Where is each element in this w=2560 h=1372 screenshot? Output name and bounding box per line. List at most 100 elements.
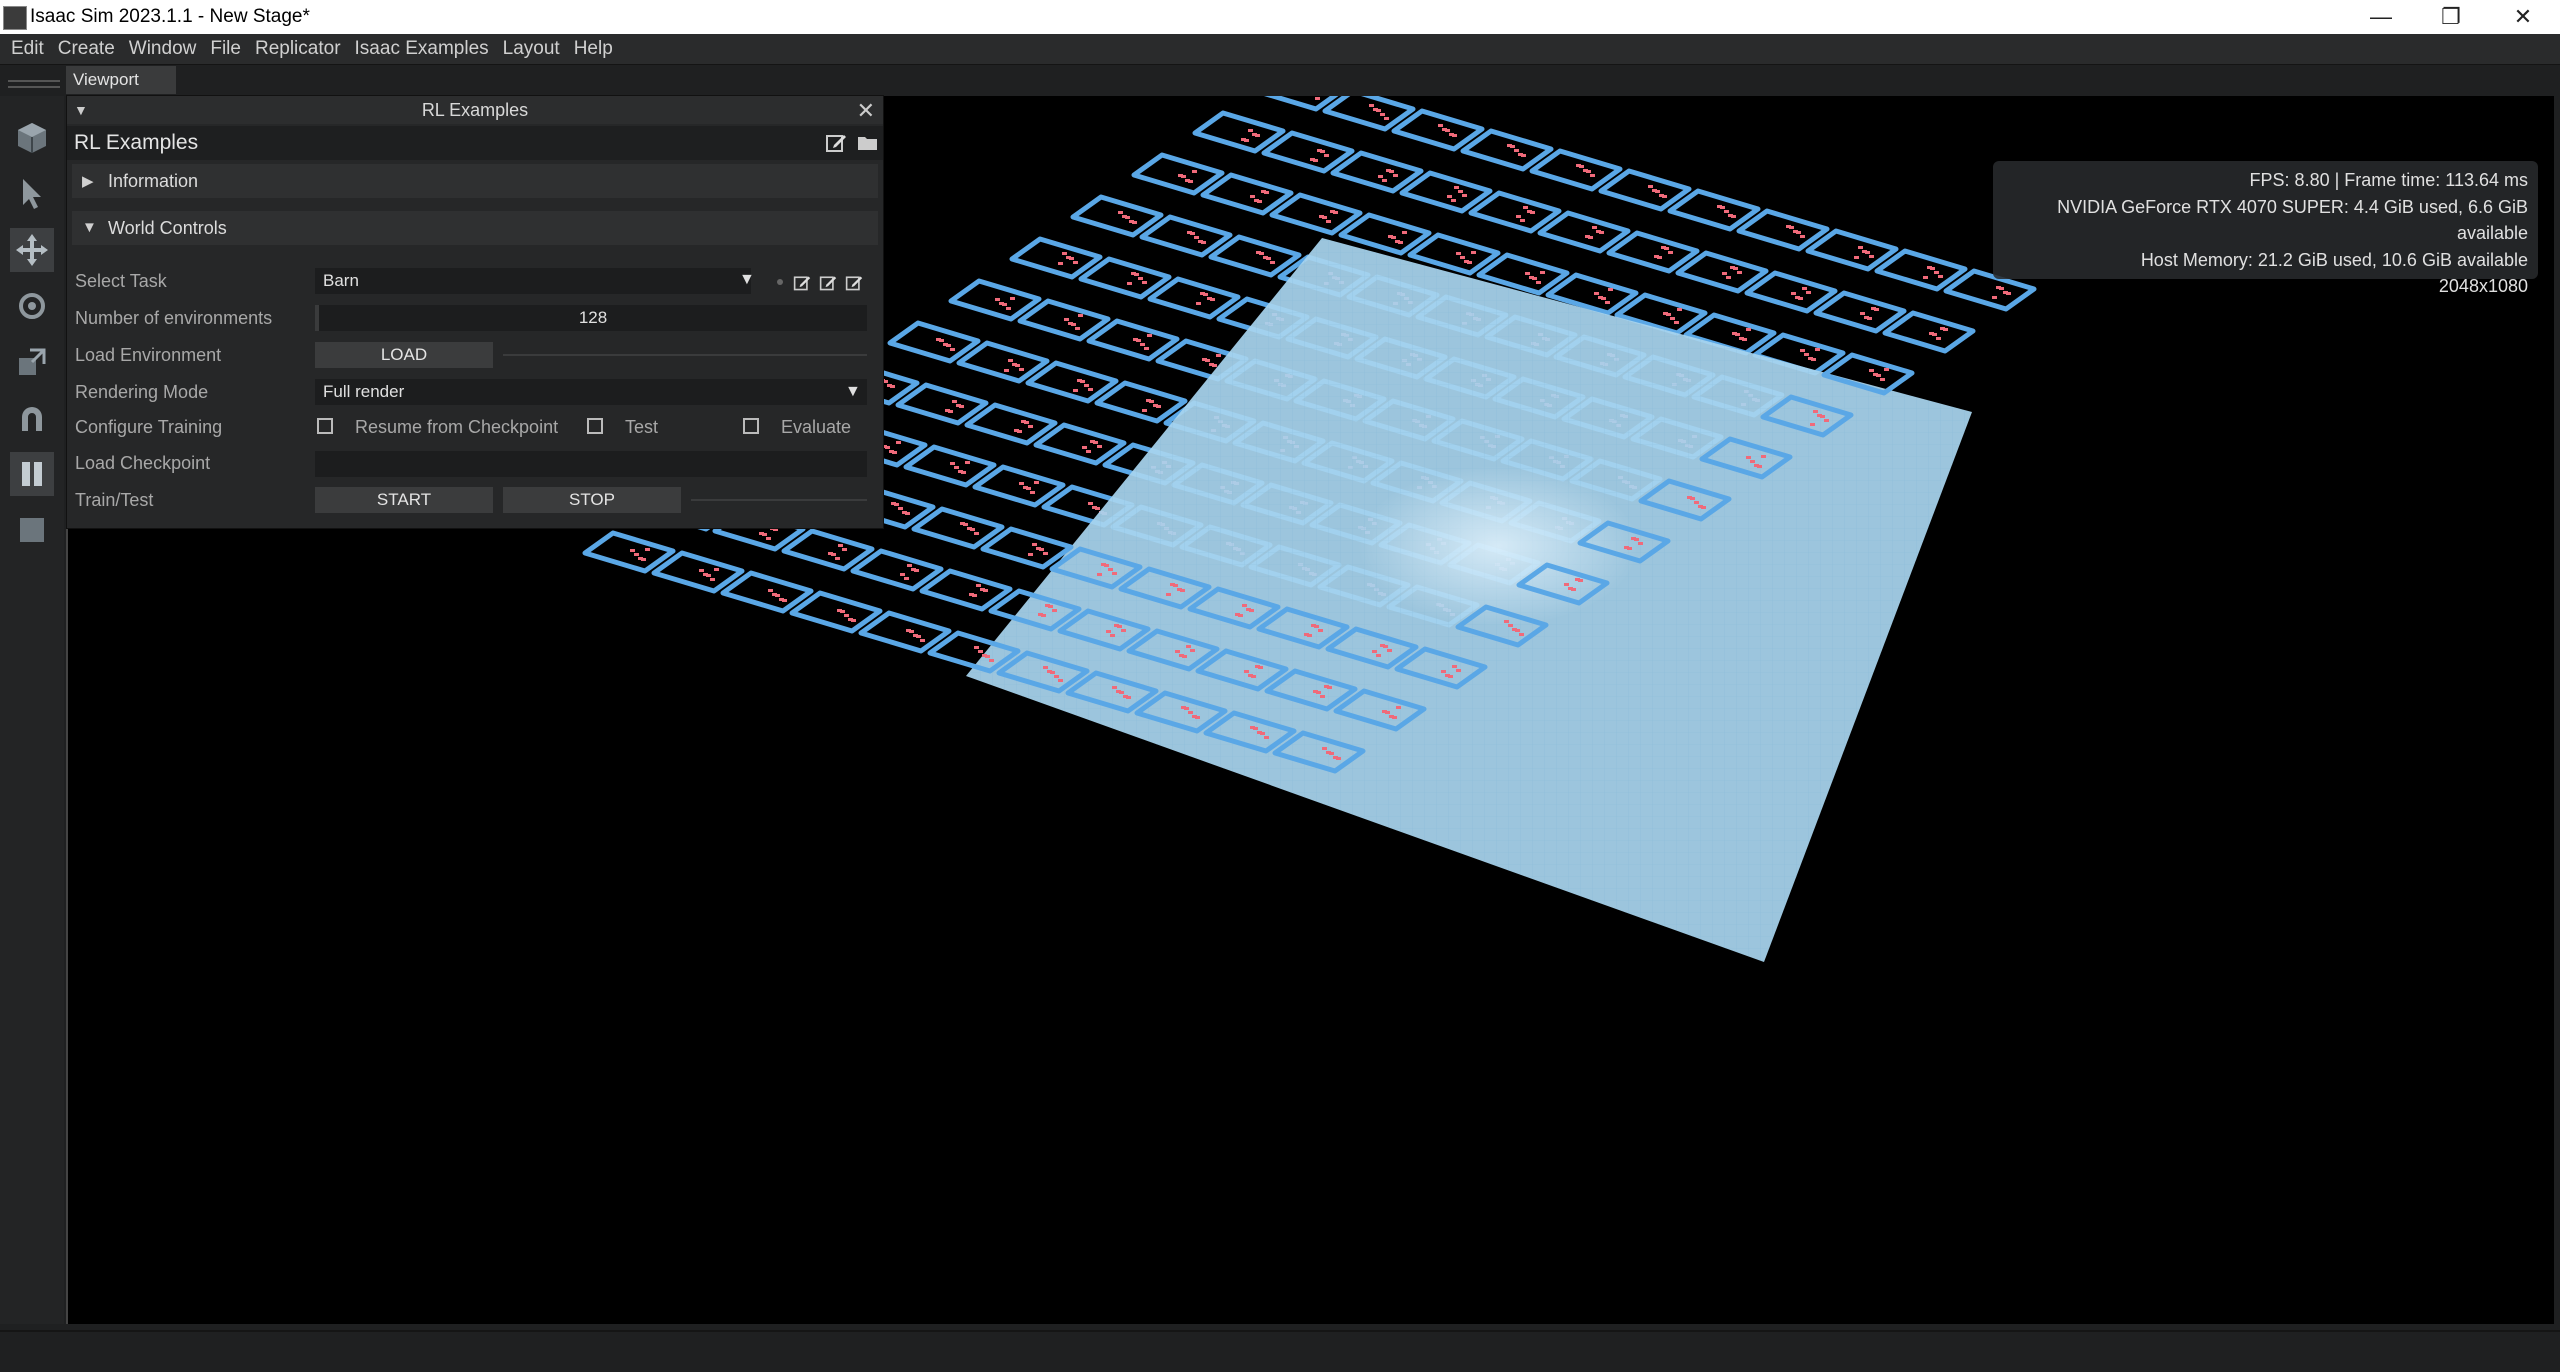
select-task-chevron-icon[interactable]: ▼ (739, 271, 755, 289)
environment-frame (972, 464, 1066, 508)
load-button[interactable]: LOAD (315, 342, 493, 368)
robot-marker (1088, 388, 1093, 391)
stop-button[interactable]: STOP (503, 487, 681, 513)
robot-marker (1652, 189, 1657, 192)
robot-marker (1082, 446, 1087, 449)
pause-icon[interactable] (10, 452, 54, 496)
robot-marker (1598, 296, 1603, 299)
robot-marker (1447, 195, 1452, 198)
start-button[interactable]: START (315, 487, 493, 513)
snap-magnet-icon[interactable] (10, 396, 54, 440)
menu-replicator[interactable]: Replicator (248, 34, 348, 64)
robot-marker (1250, 726, 1255, 729)
robot-marker (1118, 211, 1123, 214)
robot-marker (1192, 715, 1197, 718)
robot-marker (1737, 271, 1742, 274)
stop-icon[interactable] (10, 508, 54, 552)
num-envs-field[interactable]: 128 (315, 305, 867, 331)
evaluate-checkbox[interactable] (743, 418, 759, 434)
robot-marker (1319, 215, 1324, 218)
robot-marker (967, 527, 972, 530)
robot-marker (889, 450, 894, 453)
environment-frame (956, 340, 1050, 384)
select-prim-icon[interactable] (10, 116, 54, 160)
edit-icon[interactable] (825, 132, 847, 154)
tab-viewport[interactable]: Viewport (66, 66, 176, 94)
robot-marker (995, 298, 1000, 301)
num-envs-label: Number of environments (75, 308, 273, 328)
robot-marker (1808, 357, 1813, 360)
robot-marker (710, 578, 715, 581)
environment-19 (1744, 270, 1838, 314)
environment-122 (651, 550, 745, 594)
robot-marker (1929, 332, 1934, 335)
select-task-dropdown[interactable]: Barn (315, 268, 751, 294)
robot-marker (974, 532, 979, 535)
robot-marker (1264, 736, 1269, 739)
robot-marker (920, 639, 925, 642)
robot-marker (1244, 670, 1249, 673)
robot-marker (1576, 164, 1581, 167)
robot-marker (1795, 296, 1800, 299)
test-checkbox[interactable] (587, 418, 603, 434)
robot-marker (1694, 501, 1699, 504)
gpu-readout: NVIDIA GeForce RTX 4070 SUPER: 4.4 GiB u… (2057, 196, 2528, 244)
environment-3 (1460, 128, 1554, 172)
rendering-mode-chevron-icon[interactable]: ▼ (845, 383, 861, 401)
close-window-button[interactable]: ✕ (2488, 0, 2558, 34)
menu-layout[interactable]: Layout (496, 34, 567, 64)
panel-close-icon[interactable]: ✕ (857, 98, 875, 124)
robot-marker (1791, 292, 1796, 295)
menu-isaac-examples[interactable]: Isaac Examples (348, 34, 496, 64)
world-controls-section[interactable]: ▼ World Controls (72, 211, 878, 245)
window-title: Isaac Sim 2023.1.1 - New Stage* (30, 6, 310, 27)
checkpoint-path-field[interactable] (315, 451, 867, 477)
robot-marker (1387, 649, 1392, 652)
environment-frame (1598, 168, 1692, 212)
robot-marker (1181, 706, 1186, 709)
title-bar: Isaac Sim 2023.1.1 - New Stage* — ❐ ✕ (0, 0, 2560, 34)
environment-frame (1070, 194, 1164, 238)
robot-marker (1761, 455, 1766, 458)
scale-icon[interactable] (10, 340, 54, 384)
environment-frame (582, 530, 676, 574)
drag-grip[interactable] (8, 80, 60, 88)
robot-marker (1242, 604, 1247, 607)
menu-edit[interactable]: Edit (0, 34, 51, 64)
environment-11 (1192, 110, 1286, 154)
robot-marker (1800, 349, 1805, 352)
open-folder-icon[interactable] (857, 132, 879, 154)
resume-checkbox[interactable] (317, 418, 333, 434)
test-checkbox-label: Test (625, 417, 659, 437)
robot-marker (965, 461, 970, 464)
tool-column (0, 96, 64, 1324)
information-section[interactable]: ▶ Information (72, 164, 878, 198)
rendering-mode-dropdown[interactable]: Full render (315, 379, 867, 405)
move-icon[interactable] (10, 228, 54, 272)
restore-button[interactable]: ❐ (2416, 0, 2486, 34)
robot-marker (1452, 665, 1457, 668)
robot-marker (1052, 609, 1057, 612)
robot-marker (1873, 373, 1878, 376)
panel-title-bar[interactable]: ▼ RL Examples ✕ (67, 96, 883, 124)
environment-frame (1529, 148, 1623, 192)
robot-marker (1333, 756, 1338, 759)
task-edit-icon-1[interactable] (793, 274, 811, 292)
robot-marker (1726, 276, 1731, 279)
menu-create[interactable]: Create (51, 34, 122, 64)
menu-file[interactable]: File (203, 34, 248, 64)
task-edit-icon-3[interactable] (845, 274, 863, 292)
robot-marker (1396, 706, 1401, 709)
robot-marker (1270, 261, 1275, 264)
task-edit-icon-2[interactable] (819, 274, 837, 292)
select-task-label: Select Task (75, 271, 167, 291)
environment-frame (903, 444, 997, 488)
pointer-icon[interactable] (10, 172, 54, 216)
robot-marker (1131, 272, 1136, 275)
minimize-button[interactable]: — (2346, 0, 2416, 34)
robot-marker (1936, 337, 1941, 340)
rotate-icon[interactable] (10, 284, 54, 328)
menu-help[interactable]: Help (567, 34, 620, 64)
menu-window[interactable]: Window (122, 34, 204, 64)
robot-marker (1019, 482, 1024, 485)
